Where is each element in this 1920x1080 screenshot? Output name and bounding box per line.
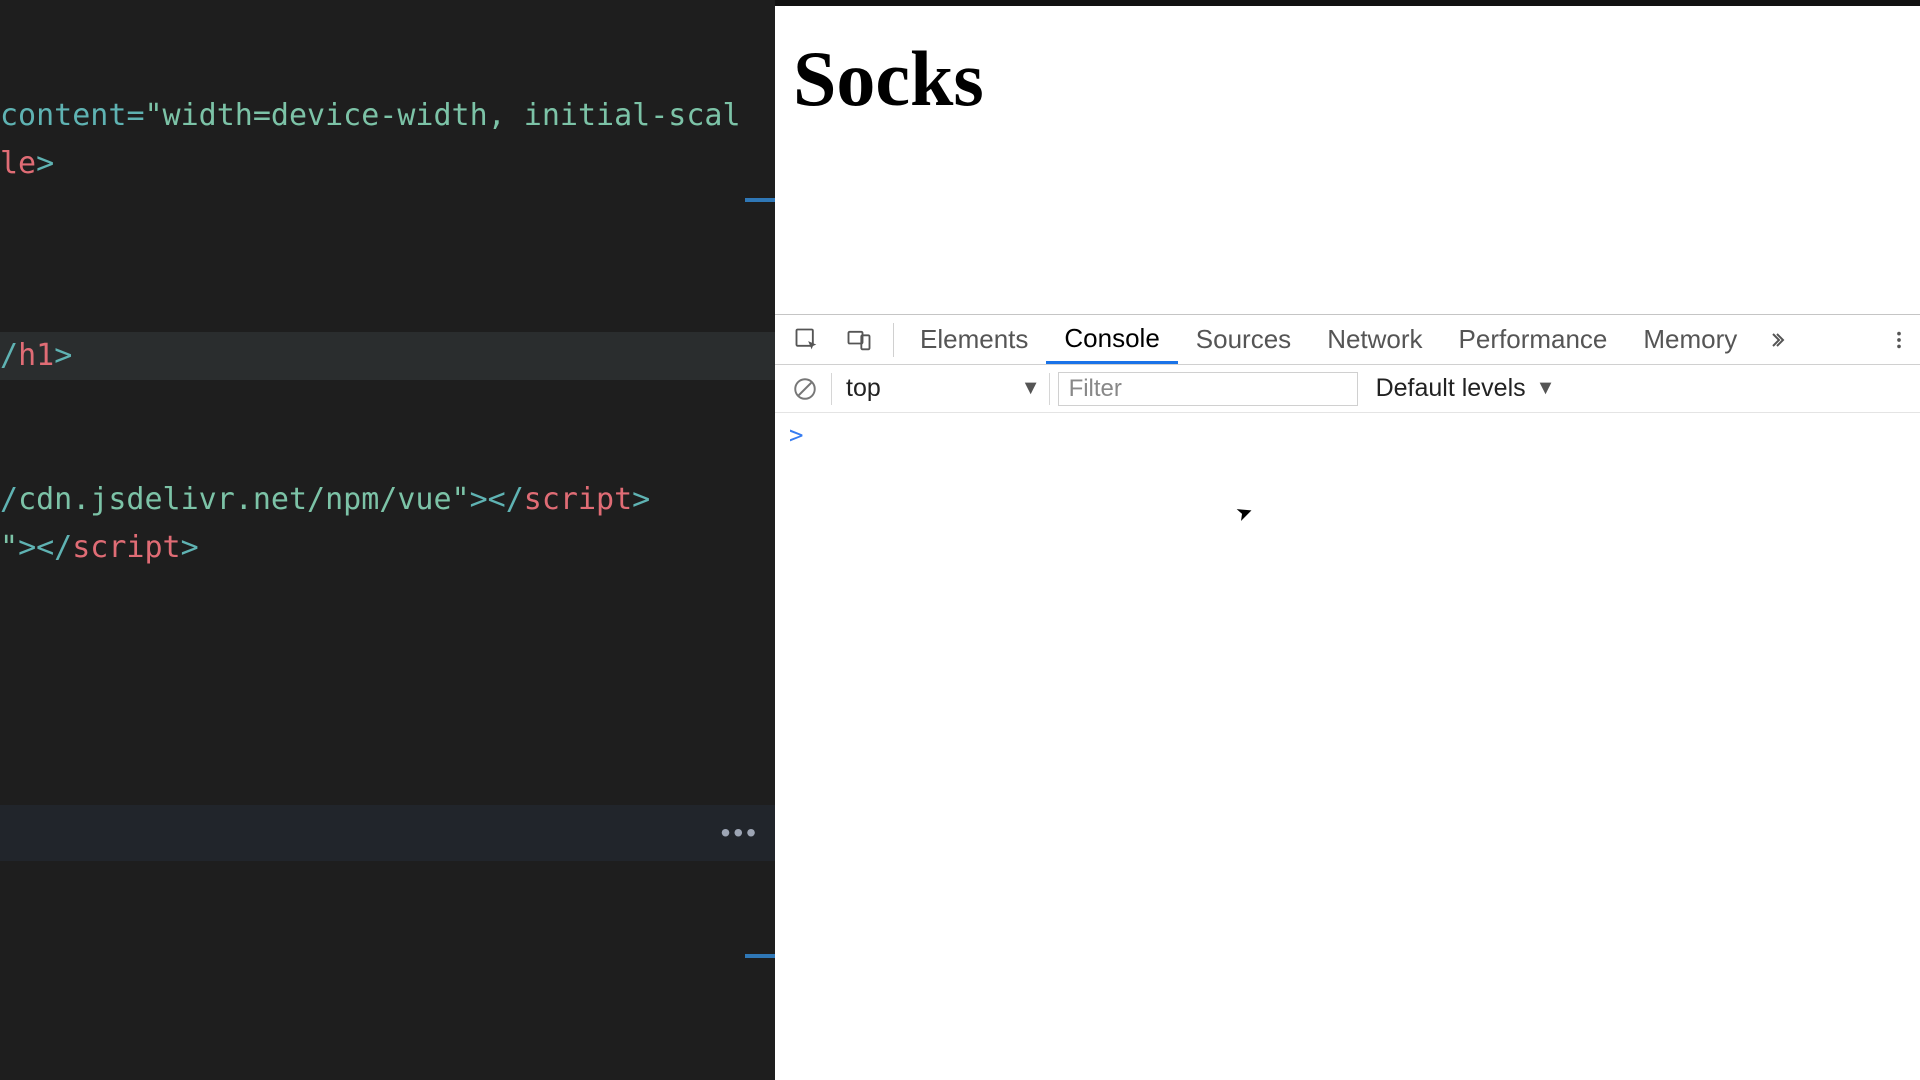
code-token: = [126, 98, 144, 133]
code-token: > [632, 482, 650, 517]
code-token: / [0, 338, 18, 373]
code-line[interactable] [0, 380, 775, 428]
editor-split-handle[interactable] [745, 198, 775, 202]
execution-context-label: top [846, 374, 881, 403]
code-line[interactable]: "></script> [0, 524, 775, 572]
code-token: script [524, 482, 632, 517]
console-toolbar: top ▼ Default levels ▼ [775, 365, 1920, 413]
toolbar-divider [1049, 373, 1050, 405]
execution-context-select[interactable]: top ▼ [840, 374, 1041, 403]
code-token: " [452, 482, 470, 517]
page-title: Socks [793, 34, 1902, 124]
console-filter-input[interactable] [1058, 372, 1358, 406]
code-line[interactable] [0, 284, 775, 332]
devtools-tabbar: ElementsConsoleSourcesNetworkPerformance… [775, 315, 1920, 365]
code-token: ></ [470, 482, 524, 517]
editor-pane: content="width=device-width, initial-sca… [0, 0, 775, 1080]
code-token: > [36, 146, 54, 181]
chevron-down-icon: ▼ [1021, 377, 1041, 400]
tab-performance[interactable]: Performance [1441, 315, 1626, 364]
code-line[interactable] [0, 236, 775, 284]
log-levels-label: Default levels [1376, 374, 1526, 403]
code-token: "width=device-width, initial-scal [145, 98, 741, 133]
code-line[interactable]: le> [0, 140, 775, 188]
tab-sources[interactable]: Sources [1178, 315, 1309, 364]
toolbar-divider [831, 373, 832, 405]
inspect-element-icon[interactable] [787, 320, 827, 360]
terminal-split-handle[interactable] [745, 954, 775, 958]
devtools-panel: ElementsConsoleSourcesNetworkPerformance… [775, 314, 1920, 1080]
page-viewport[interactable]: Socks [775, 6, 1920, 314]
code-token: cdn.jsdelivr.net/npm/vue [18, 482, 451, 517]
clear-console-icon[interactable] [787, 371, 823, 407]
code-line[interactable]: /h1> [0, 332, 775, 380]
code-token: " [0, 530, 18, 565]
code-token: le [0, 146, 36, 181]
code-line[interactable] [0, 188, 775, 236]
console-output[interactable]: > ➤ [775, 413, 1920, 1080]
tab-elements[interactable]: Elements [902, 315, 1046, 364]
tab-console[interactable]: Console [1046, 315, 1177, 364]
log-levels-select[interactable]: Default levels ▼ [1366, 374, 1556, 403]
toggle-device-toolbar-icon[interactable] [839, 320, 879, 360]
tab-memory[interactable]: Memory [1625, 315, 1755, 364]
code-token: > [54, 338, 72, 373]
code-line[interactable] [0, 428, 775, 476]
tab-network[interactable]: Network [1309, 315, 1440, 364]
code-line[interactable]: content="width=device-width, initial-sca… [0, 92, 775, 140]
tab-divider [893, 323, 894, 357]
panel-more-icon[interactable]: ••• [721, 817, 759, 849]
code-token: ></ [18, 530, 72, 565]
code-line[interactable]: /cdn.jsdelivr.net/npm/vue"></script> [0, 476, 775, 524]
code-token: > [181, 530, 199, 565]
code-token: h1 [18, 338, 54, 373]
editor-panel-titlebar: ••• [0, 805, 775, 861]
code-token: / [0, 482, 18, 517]
tabs-overflow-icon[interactable] [1755, 319, 1797, 361]
mouse-cursor-icon: ➤ [1232, 495, 1259, 532]
browser-pane: Socks ElementsConsoleSourcesNetworkPerfo… [775, 0, 1920, 1080]
code-token: content [0, 98, 126, 133]
editor-terminal-pane[interactable] [0, 861, 775, 1080]
devtools-more-icon[interactable] [1878, 319, 1920, 361]
console-prompt-caret: > [789, 421, 803, 449]
chevron-down-icon: ▼ [1536, 377, 1556, 400]
code-token: script [72, 530, 180, 565]
code-block[interactable]: content="width=device-width, initial-sca… [0, 0, 775, 572]
editor-viewport[interactable]: content="width=device-width, initial-sca… [0, 0, 775, 805]
